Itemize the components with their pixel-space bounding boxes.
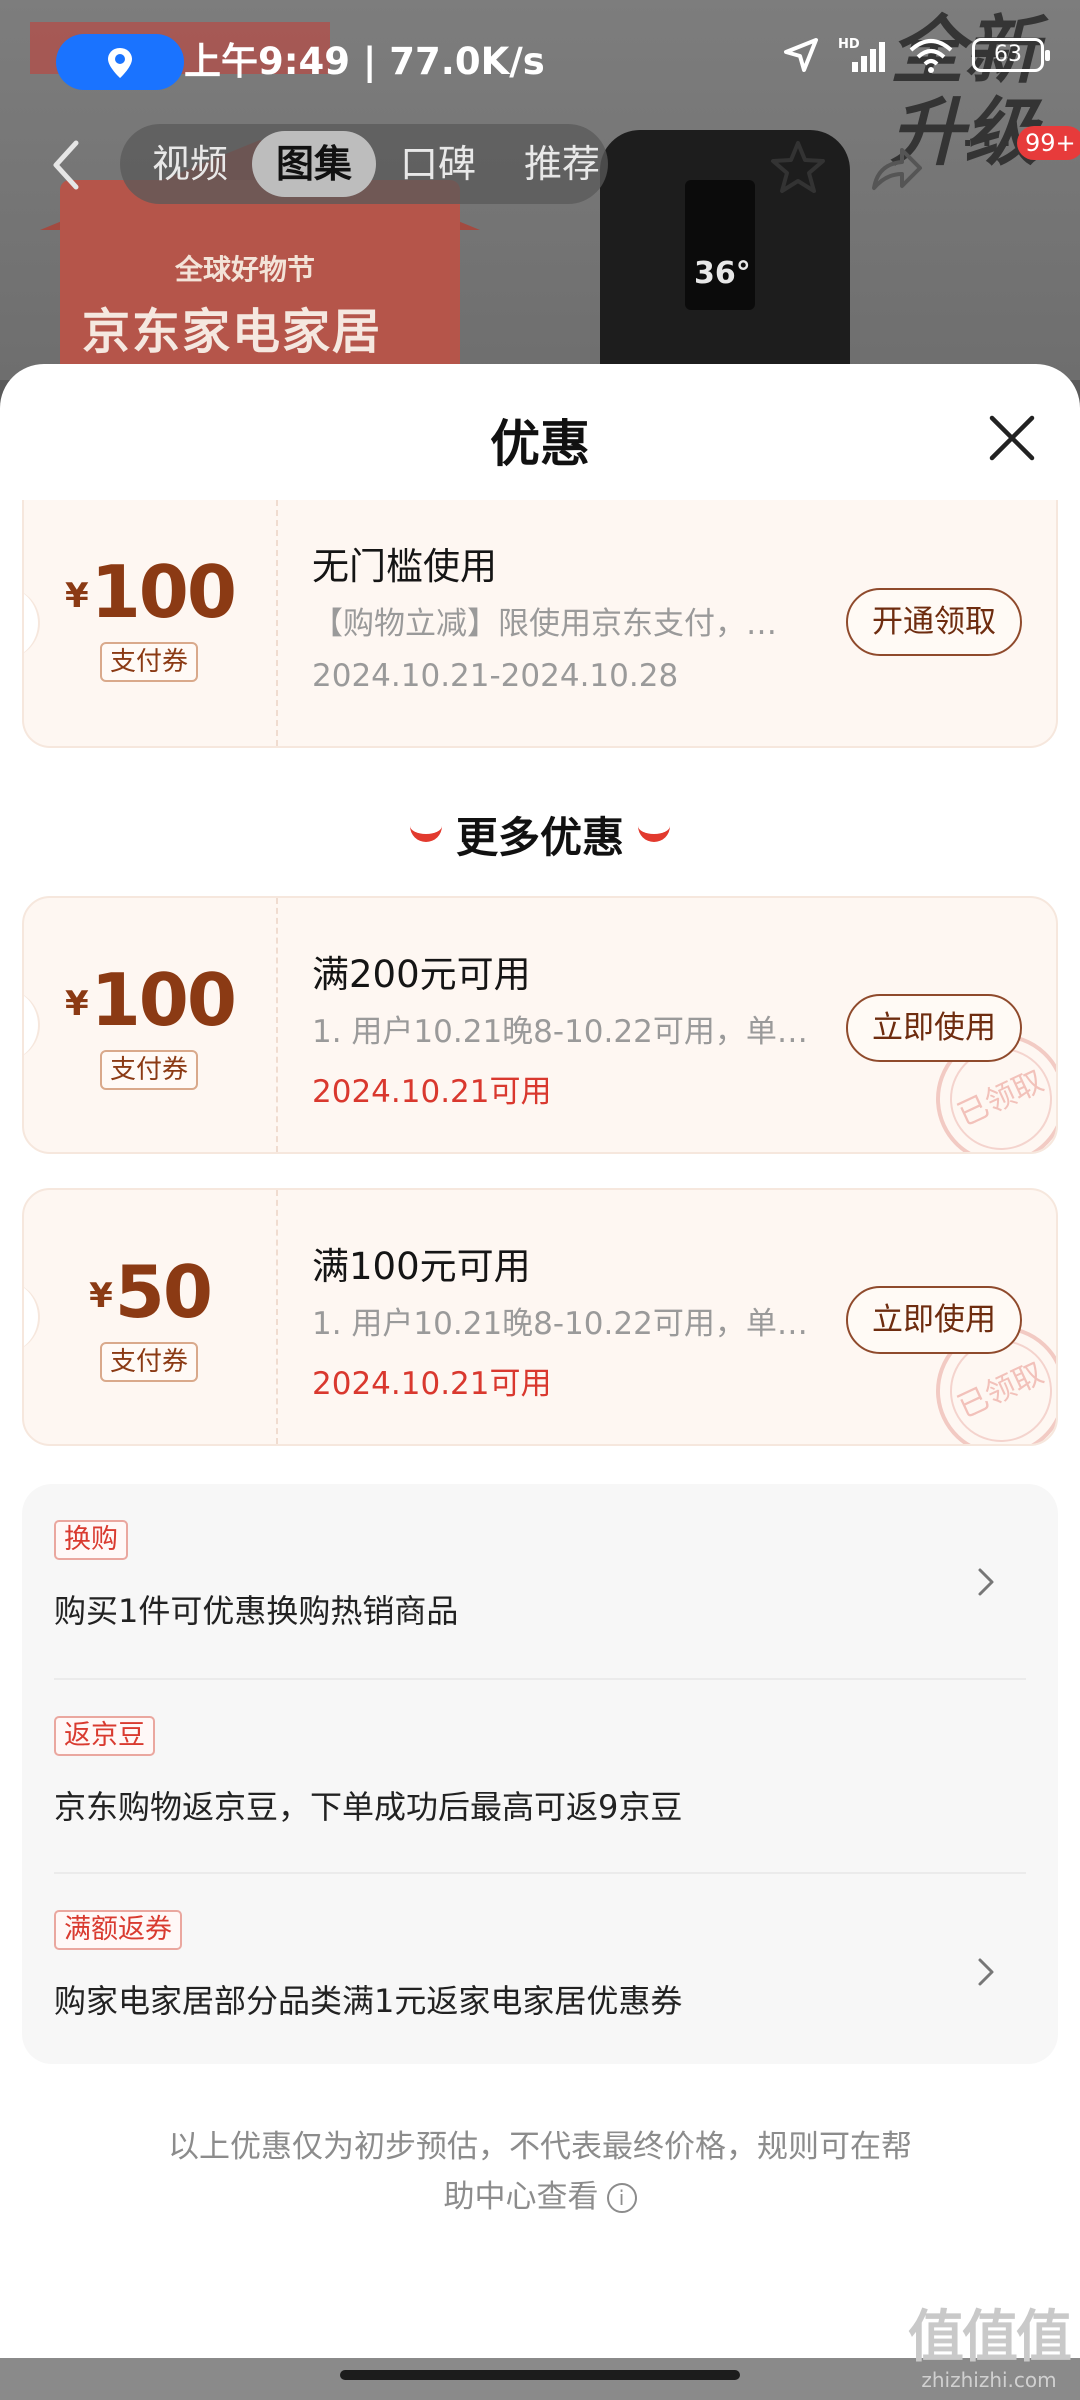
tab-video[interactable]: 视频 xyxy=(128,131,252,197)
coupon-type-tag: 支付券 xyxy=(100,1342,198,1382)
promo-banner-title: 京东家电家居 xyxy=(82,304,383,360)
location-pin-icon xyxy=(108,48,132,78)
claim-coupon-button[interactable]: 开通领取 xyxy=(846,588,1022,656)
tab-reviews[interactable]: 口碑 xyxy=(376,131,500,197)
navigation-arrow-icon xyxy=(784,38,818,72)
chevron-right-icon xyxy=(978,1958,994,1986)
tab-gallery[interactable]: 图集 xyxy=(252,131,377,197)
more-discounts-heading: 更多优惠 xyxy=(0,804,1080,865)
coupon-divider xyxy=(276,898,278,1152)
coupon-title: 满100元可用 xyxy=(312,1245,531,1288)
coupon-value: 50 xyxy=(114,1250,213,1334)
coupon-title: 无门槛使用 xyxy=(312,545,497,588)
coupon-type-tag: 支付券 xyxy=(100,642,198,682)
media-tab-bar: 视频 图集 口碑 推荐 xyxy=(120,124,608,204)
smile-icon xyxy=(409,826,442,842)
site-watermark: 值值值 zhizhizhi.com xyxy=(908,2305,1072,2393)
benefits-list: 换购 购买1件可优惠换购热销商品 返京豆 京东购物返京豆，下单成功后最高可返9京… xyxy=(22,1484,1058,2064)
coupon-amount: ¥100 xyxy=(24,958,276,1042)
coupon-description: 1. 用户10.21晚8-10.22可用，单… xyxy=(312,1014,808,1050)
product-background: 全球好物节 京东家电家居 36° 全新升级 ··· 99+ 上午9:49 | 7… xyxy=(0,0,1080,380)
location-pill xyxy=(56,34,184,90)
coupon-amount: ¥50 xyxy=(24,1250,276,1334)
coupon-card: ¥50 支付券 满100元可用 1. 用户10.21晚8-10.22可用，单… … xyxy=(22,1188,1058,1446)
message-count-badge: 99+ xyxy=(1017,126,1080,160)
disclaimer-note: 以上优惠仅为初步预估，不代表最终价格，规则可在帮 助中心查看 i xyxy=(130,2122,950,2222)
disclaimer-line-2: 助中心查看 i xyxy=(130,2172,950,2222)
benefit-tag: 满额返券 xyxy=(54,1910,182,1950)
disclaimer-line-1: 以上优惠仅为初步预估，不代表最终价格，规则可在帮 xyxy=(168,2129,912,2165)
battery-indicator: 63 xyxy=(972,38,1050,72)
currency-symbol: ¥ xyxy=(89,1276,113,1316)
close-icon[interactable] xyxy=(982,408,1042,468)
benefit-tag: 换购 xyxy=(54,1520,128,1560)
currency-symbol: ¥ xyxy=(65,984,89,1024)
disclaimer-line-2-text: 助中心查看 xyxy=(443,2179,599,2215)
more-discounts-label: 更多优惠 xyxy=(455,813,624,862)
info-icon[interactable]: i xyxy=(606,2183,637,2213)
watermark-logo: 值值值 xyxy=(908,2305,1072,2370)
coupon-description: 【购物立减】限使用京东支付，… xyxy=(312,606,777,642)
tab-recommend[interactable]: 推荐 xyxy=(500,131,624,197)
svg-text:HD: HD xyxy=(838,37,860,52)
coupon-amount: ¥100 xyxy=(24,550,276,634)
use-coupon-button[interactable]: 立即使用 xyxy=(846,1286,1022,1354)
wifi-icon xyxy=(909,39,953,73)
currency-symbol: ¥ xyxy=(65,576,89,616)
back-arrow-icon[interactable] xyxy=(46,135,86,195)
coupon-value: 100 xyxy=(90,958,237,1042)
coupon-date: 2024.10.21可用 xyxy=(312,1366,552,1402)
discount-sheet: 优惠 ¥100 支付券 无门槛使用 【购物立减】限使用京东支付，… 2024.1… xyxy=(0,364,1080,2400)
product-temperature: 36° xyxy=(694,256,751,291)
sheet-title: 优惠 xyxy=(490,415,590,473)
signal-icon: HD xyxy=(838,37,885,72)
favorite-star-icon[interactable] xyxy=(768,138,828,198)
status-bar: 上午9:49 | 77.0K/s HD 63 xyxy=(0,30,1080,96)
coupon-card: ¥100 支付券 满200元可用 1. 用户10.21晚8-10.22可用，单…… xyxy=(22,896,1058,1154)
coupon-title: 满200元可用 xyxy=(312,953,531,996)
benefit-tag: 返京豆 xyxy=(54,1716,155,1756)
benefit-text: 购家电家居部分品类满1元返家电家居优惠券 xyxy=(54,1982,683,2020)
coupon-date: 2024.10.21-2024.10.28 xyxy=(312,658,679,694)
benefit-item-coupon-return[interactable]: 满额返券 购家电家居部分品类满1元返家电家居优惠券 xyxy=(54,1872,1026,2066)
home-indicator[interactable] xyxy=(340,2370,740,2380)
benefit-item-trade-in[interactable]: 换购 购买1件可优惠换购热销商品 xyxy=(54,1484,1026,1678)
status-time-speed: 上午9:49 | 77.0K/s xyxy=(184,40,545,83)
watermark-url: zhizhizhi.com xyxy=(921,2368,1057,2392)
coupon-description: 1. 用户10.21晚8-10.22可用，单… xyxy=(312,1306,808,1342)
promo-banner-subtitle: 全球好物节 xyxy=(175,253,316,286)
smile-icon xyxy=(638,826,670,842)
coupon-value: 100 xyxy=(90,550,237,634)
benefit-text: 京东购物返京豆，下单成功后最高可返9京豆 xyxy=(54,1788,683,1826)
coupon-date: 2024.10.21可用 xyxy=(312,1074,552,1110)
coupon-type-tag: 支付券 xyxy=(100,1050,198,1090)
coupon-card: ¥100 支付券 无门槛使用 【购物立减】限使用京东支付，… 2024.10.2… xyxy=(22,500,1058,748)
chevron-right-icon xyxy=(978,1568,994,1596)
benefit-text: 购买1件可优惠换购热销商品 xyxy=(54,1592,459,1630)
status-icons: HD 63 xyxy=(782,36,1050,74)
use-coupon-button[interactable]: 立即使用 xyxy=(846,994,1022,1062)
coupon-divider xyxy=(276,1190,278,1444)
coupon-divider xyxy=(276,500,278,746)
benefit-item-jingdou: 返京豆 京东购物返京豆，下单成功后最高可返9京豆 xyxy=(54,1678,1026,1872)
share-icon[interactable] xyxy=(868,140,924,196)
